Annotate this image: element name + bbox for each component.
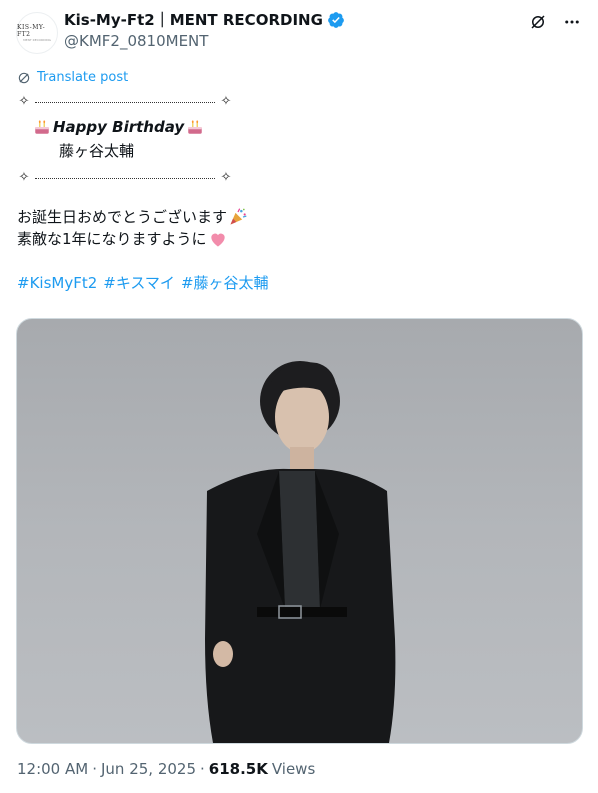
- member-name: 藤ヶ谷太輔: [59, 142, 135, 160]
- message-line-2: 素敵な1年になりますように: [17, 228, 577, 250]
- translate-icon: [18, 72, 30, 83]
- avatar[interactable]: KIS-MY-FT2 MENT RECORDING: [16, 12, 58, 54]
- hashtag-kismyft2[interactable]: #KisMyFt2: [17, 272, 97, 294]
- post-text: ✧ ✧ Happy Birthday 藤ヶ谷太輔 ✧ ✧ お誕生日おめでとうござ…: [17, 92, 577, 294]
- person-photo-illustration: [205, 361, 396, 743]
- hashtags: #KisMyFt2 #キスマイ #藤ヶ谷太輔: [17, 272, 577, 294]
- pink-heart-icon: [210, 233, 225, 247]
- message-line-1: お誕生日おめでとうございます: [17, 206, 577, 228]
- decorative-divider-bottom: ✧ ✧: [17, 168, 577, 188]
- sparkle-icon: ✧: [220, 94, 232, 109]
- meta-separator: ·: [200, 760, 205, 778]
- message: お誕生日おめでとうございます 素敵な1年になりますように: [17, 206, 577, 250]
- verified-badge-icon: [328, 12, 344, 28]
- avatar-logo-subtext: MENT RECORDING: [23, 38, 51, 42]
- sparkle-icon: ✧: [220, 170, 232, 185]
- sparkle-icon: ✧: [18, 170, 30, 185]
- birthday-cake-icon: [188, 120, 202, 134]
- author-info: Kis-My-Ft2｜MENT RECORDING @KMF2_0810MENT: [64, 10, 345, 51]
- message-text-2: 素敵な1年になりますように: [17, 230, 207, 248]
- decorative-divider-top: ✧ ✧: [17, 92, 577, 112]
- sparkle-icon: ✧: [18, 94, 30, 109]
- handle[interactable]: @KMF2_0810MENT: [64, 31, 345, 51]
- hashtag-fujigaya[interactable]: #藤ヶ谷太輔: [181, 272, 269, 294]
- post-time[interactable]: 12:00 AM: [17, 760, 88, 778]
- hashtag-kisumai[interactable]: #キスマイ: [103, 272, 175, 294]
- post-date[interactable]: Jun 25, 2025: [101, 760, 196, 778]
- more-icon[interactable]: [562, 12, 582, 32]
- party-popper-icon: [230, 208, 247, 225]
- dotted-line: [35, 177, 215, 179]
- header-actions: [528, 12, 582, 32]
- post-photo[interactable]: [16, 318, 583, 744]
- grok-icon[interactable]: [528, 12, 548, 32]
- views-label: Views: [271, 760, 316, 778]
- display-name[interactable]: Kis-My-Ft2｜MENT RECORDING: [64, 10, 323, 30]
- birthday-text: Happy Birthday: [53, 118, 185, 136]
- display-name-row[interactable]: Kis-My-Ft2｜MENT RECORDING: [64, 10, 345, 30]
- dotted-line: [35, 101, 215, 103]
- meta-separator: ·: [92, 760, 97, 778]
- post-header: KIS-MY-FT2 MENT RECORDING Kis-My-Ft2｜MEN…: [16, 10, 582, 58]
- birthday-cake-icon: [35, 120, 49, 134]
- birthday-line: Happy Birthday: [33, 116, 577, 138]
- message-text-1: お誕生日おめでとうございます: [17, 208, 228, 226]
- translate-label[interactable]: Translate post: [37, 70, 128, 85]
- translate-post-link[interactable]: Translate post: [17, 70, 128, 85]
- post-meta: 12:00 AM · Jun 25, 2025 · 618.5K Views: [17, 760, 315, 778]
- avatar-logo-text: KIS-MY-FT2: [17, 24, 46, 38]
- views-count: 618.5K: [208, 760, 268, 778]
